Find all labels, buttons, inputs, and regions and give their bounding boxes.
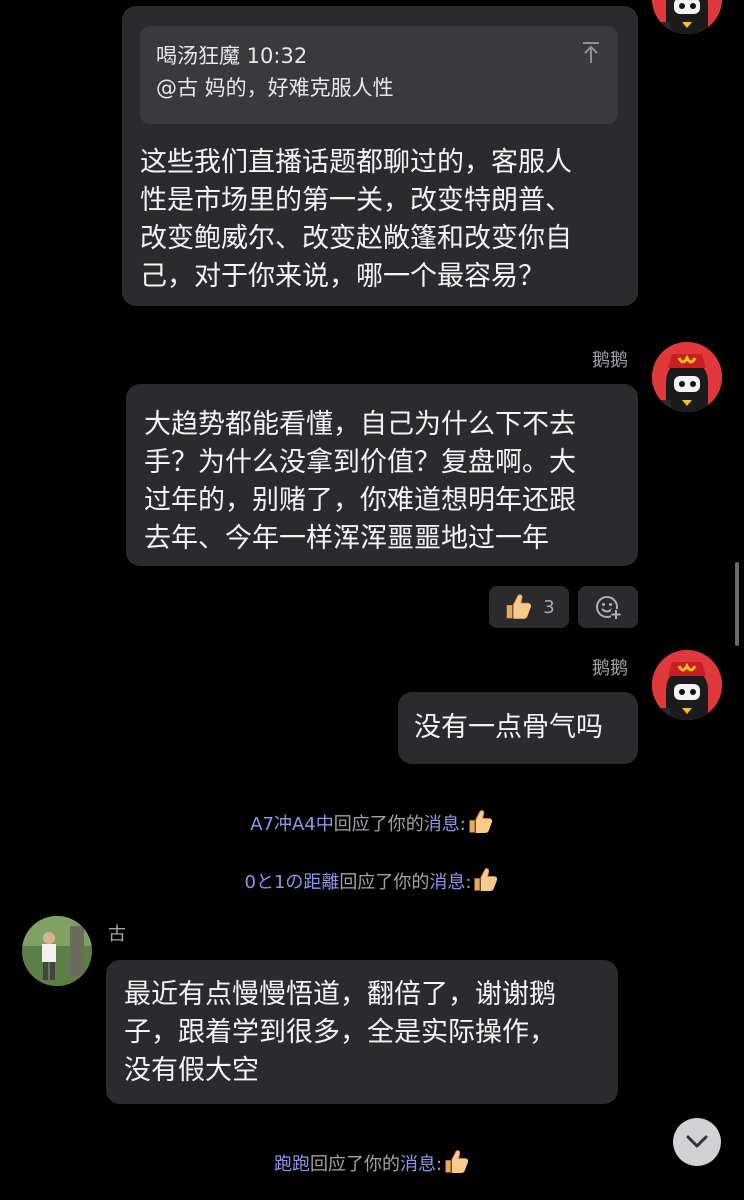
message-bubble-3[interactable]: 没有一点骨气吗 <box>398 692 638 764</box>
message-bubble-1[interactable]: 喝汤狂魔 10:32 @古 妈的，好难克服人性 这些我们直播话题都聊过的，客服人… <box>122 6 638 306</box>
message-line: 性是市场里的第一关，改变特朗普、 <box>140 185 572 216</box>
reaction-notice: 跑跑回应了你的消息: <box>0 1148 744 1176</box>
notice-message-link[interactable]: 消息 <box>400 1154 436 1175</box>
message-line: 改变鲍威尔、改变赵敞篷和改变你自 <box>140 223 572 254</box>
message-line: 手？为什么没拿到价值？复盘啊。大 <box>144 447 576 478</box>
notice-message-link[interactable]: 消息 <box>424 814 460 835</box>
sender-name: 鹅鹅 <box>592 658 628 679</box>
quote-text: @古 妈的，好难克服人性 <box>156 76 394 100</box>
notice-user[interactable]: 跑跑 <box>274 1154 310 1175</box>
avatar[interactable] <box>22 916 92 986</box>
notice-user[interactable]: A7冲A4中 <box>250 814 334 835</box>
avatar[interactable] <box>652 0 722 34</box>
thumbs-up-icon <box>471 866 499 894</box>
message-line: 子，跟着学到很多，全是实际操作， <box>124 1017 556 1048</box>
message-line: 己，对于你来说，哪一个最容易？ <box>140 261 545 292</box>
quote-author-time: 喝汤狂魔 10:32 <box>156 44 308 68</box>
thumbs-up-icon <box>503 592 533 622</box>
message-line: 大趋势都能看懂，自己为什么下不去 <box>144 409 576 440</box>
message-bubble-4[interactable]: 最近有点慢慢悟道，翻倍了，谢谢鹅 子，跟着学到很多，全是实际操作， 没有假大空 <box>106 960 618 1104</box>
sender-name: 古 <box>108 924 126 945</box>
notice-user[interactable]: 0と1の距離 <box>245 872 340 893</box>
thumbs-up-icon <box>442 1148 470 1176</box>
message-bubble-2[interactable]: 大趋势都能看懂，自己为什么下不去 手？为什么没拿到价值？复盘啊。大 过年的，别赌… <box>126 384 638 566</box>
scroll-to-bottom-button[interactable] <box>673 1118 721 1166</box>
reaction-count: 3 <box>543 596 555 618</box>
message-line: 去年、今年一样浑浑噩噩地过一年 <box>144 523 549 554</box>
quoted-message[interactable]: 喝汤狂魔 10:32 @古 妈的，好难克服人性 <box>140 26 618 124</box>
sender-name: 鹅鹅 <box>592 350 628 371</box>
avatar[interactable] <box>652 650 722 720</box>
message-line: 这些我们直播话题都聊过的，客服人 <box>140 147 572 178</box>
reaction-notice: 0と1の距離回应了你的消息: <box>0 866 744 894</box>
arrow-up-to-top-icon[interactable] <box>582 42 600 69</box>
chevron-down-icon <box>686 1135 708 1148</box>
message-line: 过年的，别赌了，你难道想明年还跟 <box>144 485 576 516</box>
scrollbar-thumb[interactable] <box>735 562 739 646</box>
message-text: 没有一点骨气吗 <box>414 712 603 743</box>
message-line: 最近有点慢慢悟道，翻倍了，谢谢鹅 <box>124 979 556 1010</box>
notice-message-link[interactable]: 消息 <box>429 872 465 893</box>
reaction-thumbs-up[interactable]: 3 <box>489 586 569 628</box>
add-reaction-icon <box>596 596 621 619</box>
add-reaction-button[interactable] <box>578 586 638 628</box>
message-line: 没有假大空 <box>124 1055 259 1086</box>
avatar[interactable] <box>652 342 722 412</box>
thumbs-up-icon <box>466 808 494 836</box>
reaction-notice: A7冲A4中回应了你的消息: <box>0 808 744 836</box>
